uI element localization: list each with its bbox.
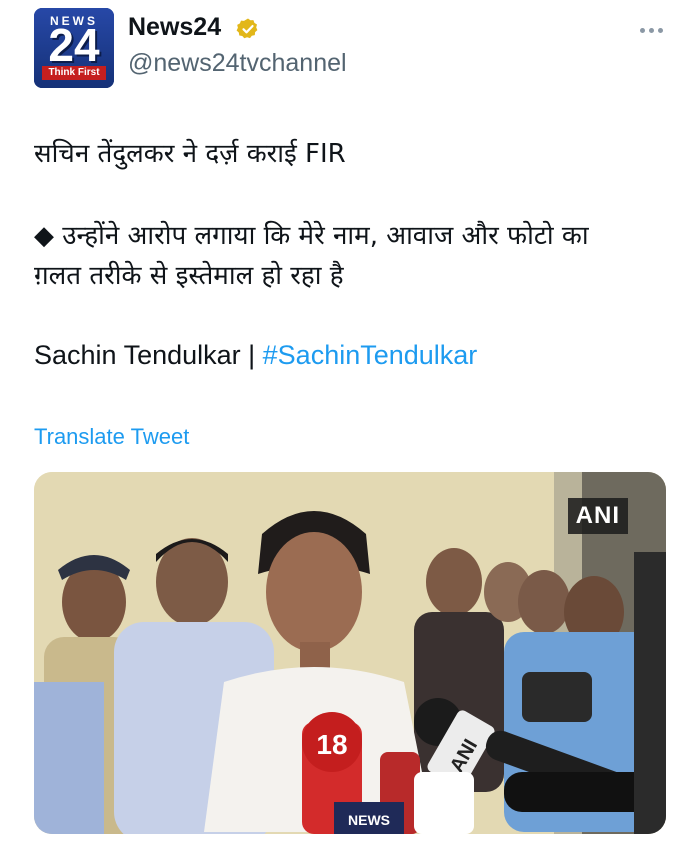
mic-label-18: 18	[316, 729, 347, 760]
tweet-card: NEWS 24 Think First News24 @news24tvchan…	[0, 0, 700, 842]
avatar-number: 24	[48, 19, 100, 71]
dot	[657, 27, 663, 33]
hashtag-link[interactable]: #SachinTendulkar	[263, 340, 478, 370]
tweet-text-line-1: सचिन तेंदुलकर ने दर्ज़ कराई FIR	[34, 139, 346, 169]
dot	[648, 27, 654, 33]
translate-tweet-link[interactable]: Translate Tweet	[34, 424, 189, 450]
tweet-name-text: Sachin Tendulkar |	[34, 340, 263, 370]
display-name[interactable]: News24	[128, 13, 221, 42]
verified-badge-icon	[236, 18, 258, 39]
ani-watermark: ANI	[567, 498, 628, 534]
tweet-text-line-3: ग़लत तरीके से इस्तेमाल हो रहा है	[34, 261, 344, 291]
more-options-icon[interactable]	[634, 16, 668, 44]
tweet-text-line-2: ◆ उन्होंने आरोप लगाया कि मेरे नाम, आवाज …	[34, 221, 589, 251]
avatar[interactable]: NEWS 24 Think First	[34, 8, 114, 88]
tweet-text-line-4: Sachin Tendulkar | #SachinTendulkar	[34, 340, 477, 371]
mic-label-news: NEWS	[348, 812, 390, 828]
avatar-tagline: Think First	[42, 66, 106, 80]
tweet-media-image[interactable]: 18 ANI NEWS ANI	[34, 472, 666, 834]
dot	[639, 27, 645, 33]
account-handle[interactable]: @news24tvchannel	[128, 49, 347, 78]
